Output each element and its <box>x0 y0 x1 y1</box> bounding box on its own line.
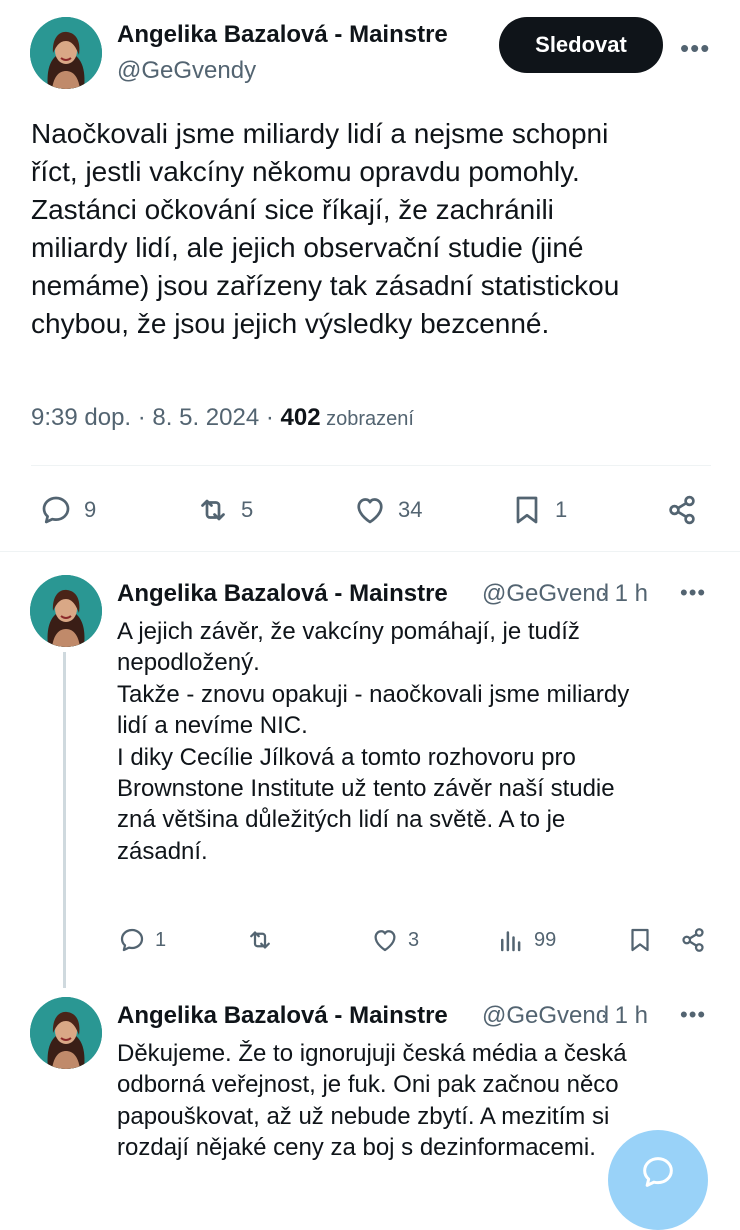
reply-author-name[interactable]: Angelika Bazalová - Mainstre <box>117 580 448 608</box>
more-options-icon[interactable]: ••• <box>680 580 706 606</box>
follow-button[interactable]: Sledovat <box>499 17 663 73</box>
share-button[interactable] <box>664 492 700 528</box>
reply-button[interactable]: 9 <box>38 492 96 528</box>
reply-text-line: zásadní. <box>117 837 208 865</box>
reply-button[interactable]: 1 <box>117 925 166 955</box>
tweet-meta: 9:39 dop. · 8. 5. 2024 · 402 zobrazení <box>31 404 414 432</box>
bookmark-icon <box>516 496 538 524</box>
reply-text-line: odborná veřejnost, je fuk. Oni pak začno… <box>117 1071 619 1099</box>
retweet-icon <box>250 931 270 949</box>
reply-text-line: Takže - znovu opakuji - naočkovali jsme … <box>117 680 630 708</box>
reply-text-line: zná většina důležitých lidí na světě. A … <box>117 806 566 834</box>
thread-line <box>63 652 66 988</box>
retweet-button[interactable]: 5 <box>195 492 253 528</box>
compose-button[interactable] <box>608 1130 708 1230</box>
tweet-text: Naočkovali jsme miliardy lidí a nejsme s… <box>31 115 701 343</box>
views-count: 99 <box>534 928 557 951</box>
share-icon <box>682 928 704 952</box>
like-count: 3 <box>408 928 420 951</box>
more-options-icon[interactable]: ••• <box>680 1002 706 1028</box>
retweet-icon <box>201 499 225 521</box>
share-button[interactable] <box>678 925 708 955</box>
author-avatar[interactable] <box>30 17 102 89</box>
like-icon <box>357 498 383 524</box>
author-name[interactable]: Angelika Bazalová - Mainstre <box>117 21 448 49</box>
reply-count: 9 <box>84 497 97 522</box>
divider <box>0 551 740 552</box>
retweet-button[interactable] <box>245 925 283 955</box>
reply-text: A jejich závěr, že vakcíny pomáhají, je … <box>117 616 717 867</box>
bookmark-icon <box>631 928 649 952</box>
tweet-text-line: Zastánci očkování sice říkají, že zachrá… <box>31 194 554 225</box>
bookmark-count: 1 <box>555 497 568 522</box>
like-button[interactable]: 3 <box>370 925 419 955</box>
share-icon <box>669 495 695 525</box>
like-icon <box>374 930 396 952</box>
divider <box>31 465 711 466</box>
reply-text-line: Děkujeme. Že to ignorujuji česká média a… <box>117 1040 627 1067</box>
tweet-text-line: chybou, že jsou jejich výsledky bezcenné… <box>31 308 550 339</box>
like-count: 34 <box>398 497 423 522</box>
reply-text-line: Brownstone Institute už tento závěr naší… <box>117 775 615 803</box>
like-button[interactable]: 34 <box>352 492 422 528</box>
reply-text-line: nepodložený. <box>117 649 260 677</box>
retweet-count: 5 <box>241 497 254 522</box>
view-count-label: zobrazení <box>320 408 414 430</box>
author-handle[interactable]: @GeGvendy <box>117 57 256 85</box>
view-count: 402 <box>280 404 321 431</box>
reply-text-line: papouškovat, až už nebude zbytí. A mezit… <box>117 1102 610 1130</box>
more-options-icon[interactable]: ••• <box>680 33 710 64</box>
reply-avatar[interactable] <box>30 997 102 1069</box>
reply-author-handle[interactable]: @GeGvend <box>482 1002 609 1030</box>
reply-timestamp[interactable]: · 1 h <box>600 1002 648 1030</box>
reply-text-line: A jejich závěr, že vakcíny pomáhají, je … <box>117 618 580 645</box>
reply-author-handle[interactable]: @GeGvend <box>482 580 609 608</box>
reply-icon <box>120 928 144 952</box>
tweet-text-line: miliardy lidí, ale jejich observační stu… <box>31 232 584 263</box>
reply-icon <box>42 496 70 524</box>
tweet-text-line: nemáme) jsou zařízeny tak zásadní statis… <box>31 270 620 301</box>
reply-avatar[interactable] <box>30 575 102 647</box>
compose-icon <box>643 1157 673 1187</box>
views-icon <box>501 931 521 952</box>
reply-author-name[interactable]: Angelika Bazalová - Mainstre <box>117 1002 448 1030</box>
bookmark-button[interactable] <box>625 925 655 955</box>
reply-text-line: lidí a nevíme NIC. <box>117 712 308 740</box>
tweet-timestamp[interactable]: 9:39 dop. · 8. 5. 2024 · <box>31 404 281 431</box>
views-button[interactable]: 99 <box>496 925 556 955</box>
tweet-text-line: Naočkovali jsme miliardy lidí a nejsme s… <box>31 118 609 149</box>
bookmark-button[interactable]: 1 <box>509 492 567 528</box>
reply-timestamp[interactable]: · 1 h <box>600 580 648 608</box>
tweet-text-line: říct, jestli vakcíny někomu opravdu pomo… <box>31 156 580 187</box>
reply-text-line: I diky Cecílie Jílková a tomto rozhovoru… <box>117 743 576 771</box>
reply-count: 1 <box>155 928 167 951</box>
